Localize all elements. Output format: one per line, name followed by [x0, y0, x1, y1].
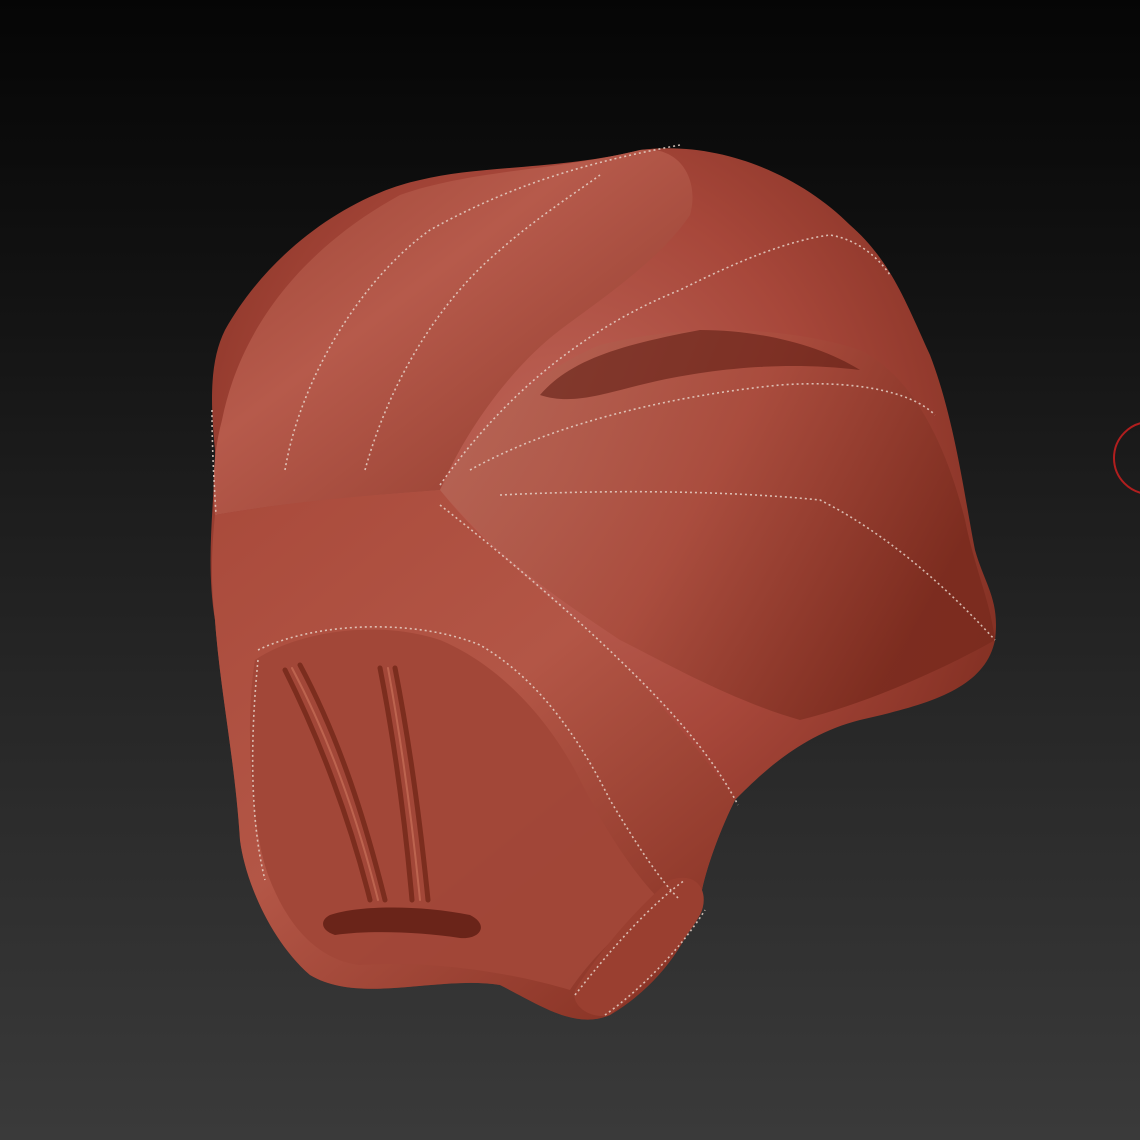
- model-render: [210, 144, 1140, 1020]
- partial-ui-circle[interactable]: [1113, 422, 1140, 494]
- sculpt-viewport[interactable]: [0, 0, 1140, 1140]
